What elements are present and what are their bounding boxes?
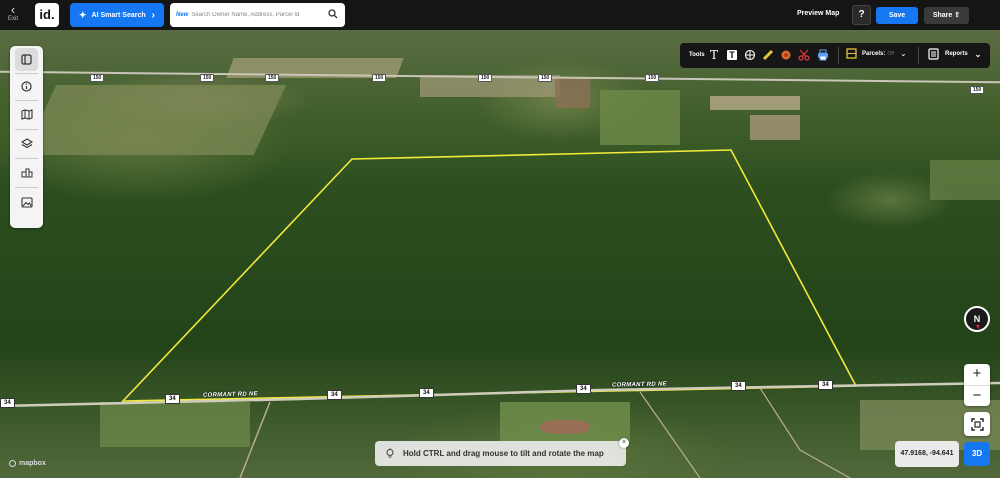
ruler-icon	[762, 49, 774, 61]
dirt-road	[239, 401, 271, 478]
scissors-tool[interactable]	[797, 48, 811, 62]
top-bar: ‹ Exit id. ✦ AI Smart Search › New Previ…	[0, 0, 1000, 30]
zoom-out-button[interactable]: −	[964, 386, 990, 407]
parcels-state: Off	[887, 50, 894, 57]
parcels-label: Parcels:	[862, 50, 886, 57]
toolbar-divider	[15, 129, 38, 130]
parcels-icon	[846, 48, 857, 59]
text-icon: T	[709, 48, 718, 62]
highway-shield: 34	[731, 381, 746, 391]
toolbar-divider	[918, 47, 919, 64]
text-tool[interactable]: T	[707, 48, 721, 62]
circle-tool[interactable]	[779, 48, 793, 62]
coordinates-readout: 47.9168, -94.641	[895, 441, 959, 467]
new-badge: New	[176, 12, 189, 18]
highway-shield: 34	[576, 384, 591, 394]
app-logo[interactable]: id.	[35, 3, 59, 27]
map-canvas[interactable]: 150 150 150 150 150 150 150 150 34 34 34…	[0, 30, 1000, 478]
mapbox-attribution: mapbox	[9, 460, 46, 467]
ruler-tool[interactable]	[761, 48, 775, 62]
highway-shield: 34	[818, 380, 833, 390]
search-box: New	[170, 3, 345, 27]
exit-button[interactable]: ‹ Exit	[4, 2, 22, 22]
reports-dropdown[interactable]: Reports ⌄	[928, 48, 981, 60]
ai-smart-search-button[interactable]: ✦ AI Smart Search ›	[70, 3, 164, 27]
toolbar-divider	[838, 47, 839, 64]
map-button[interactable]	[15, 103, 38, 126]
layers-icon	[20, 138, 33, 149]
parcel-overlay	[0, 149, 1000, 478]
highway-shield: 34	[327, 390, 342, 400]
search-input[interactable]	[191, 12, 322, 18]
chevron-left-icon: ‹	[10, 2, 16, 17]
compass-button[interactable]: N	[964, 306, 990, 332]
reports-label: Reports	[945, 51, 968, 57]
buildings-button[interactable]	[15, 161, 38, 184]
preview-map-button[interactable]: Preview Map	[797, 10, 839, 17]
ai-smart-search-label: AI Smart Search	[91, 11, 146, 19]
close-hint-button[interactable]: ×	[619, 438, 629, 448]
share-icon: ⇧	[954, 12, 961, 19]
mapbox-label: mapbox	[19, 460, 46, 467]
chevron-down-icon: ⌄	[899, 49, 907, 58]
measure-icon	[744, 49, 756, 61]
3d-toggle-button[interactable]: 3D	[964, 442, 990, 466]
text-box-icon: T	[727, 50, 737, 60]
buildings-icon	[21, 168, 32, 178]
imagery-button[interactable]	[15, 191, 38, 214]
road-name-label: CORMANT RD NE	[611, 381, 667, 389]
measure-tool[interactable]	[743, 48, 757, 62]
map-icon	[20, 109, 33, 120]
print-tool[interactable]	[816, 48, 830, 62]
tilt-hint-banner: Hold CTRL and drag mouse to tilt and rot…	[375, 441, 626, 466]
toolbar-divider	[15, 73, 38, 74]
text-box-tool[interactable]: T	[725, 48, 739, 62]
zoom-in-button[interactable]: +	[964, 364, 990, 385]
panel-toggle-button[interactable]	[15, 48, 38, 71]
info-icon	[21, 81, 32, 92]
circle-icon	[781, 50, 791, 60]
search-icon[interactable]	[328, 9, 338, 19]
exit-label: Exit	[7, 16, 18, 22]
zoom-control: + −	[964, 364, 990, 406]
scissors-icon	[798, 49, 810, 61]
print-icon	[818, 49, 828, 61]
mapbox-logo-icon	[9, 460, 16, 467]
dirt-road	[639, 391, 701, 478]
highway-shield: 34	[165, 394, 180, 404]
toolbar-divider	[15, 158, 38, 159]
lightbulb-icon	[386, 448, 394, 458]
chevron-right-icon: ›	[151, 9, 155, 21]
dirt-road	[759, 387, 851, 478]
compass-needle-icon	[976, 325, 980, 329]
info-button[interactable]	[15, 75, 38, 98]
compass-label: N	[973, 314, 981, 324]
highway-shield: 34	[419, 388, 434, 398]
layers-button[interactable]	[15, 132, 38, 155]
tools-label: Tools	[689, 52, 705, 58]
parcel-boundary	[121, 149, 858, 402]
toolbar-divider	[15, 100, 38, 101]
highway-shield: 34	[0, 398, 15, 408]
parcels-toggle[interactable]: Parcels: Off ⌄	[846, 48, 907, 59]
fit-bounds-button[interactable]	[964, 412, 990, 436]
save-button[interactable]: Save	[876, 7, 918, 24]
highway-road	[0, 381, 1000, 408]
chevron-down-icon: ⌄	[974, 49, 982, 59]
share-label: Share	[932, 12, 953, 19]
share-button[interactable]: Share ⇧	[924, 7, 969, 24]
panel-icon	[21, 54, 32, 65]
focus-icon	[970, 417, 984, 431]
hint-text: Hold CTRL and drag mouse to tilt and rot…	[403, 449, 604, 458]
reports-icon	[928, 48, 939, 60]
toolbar-divider	[15, 187, 38, 188]
image-icon	[20, 197, 33, 208]
help-button[interactable]: ?	[852, 5, 871, 25]
left-toolbar	[10, 46, 43, 228]
sparkle-icon: ✦	[79, 9, 87, 20]
